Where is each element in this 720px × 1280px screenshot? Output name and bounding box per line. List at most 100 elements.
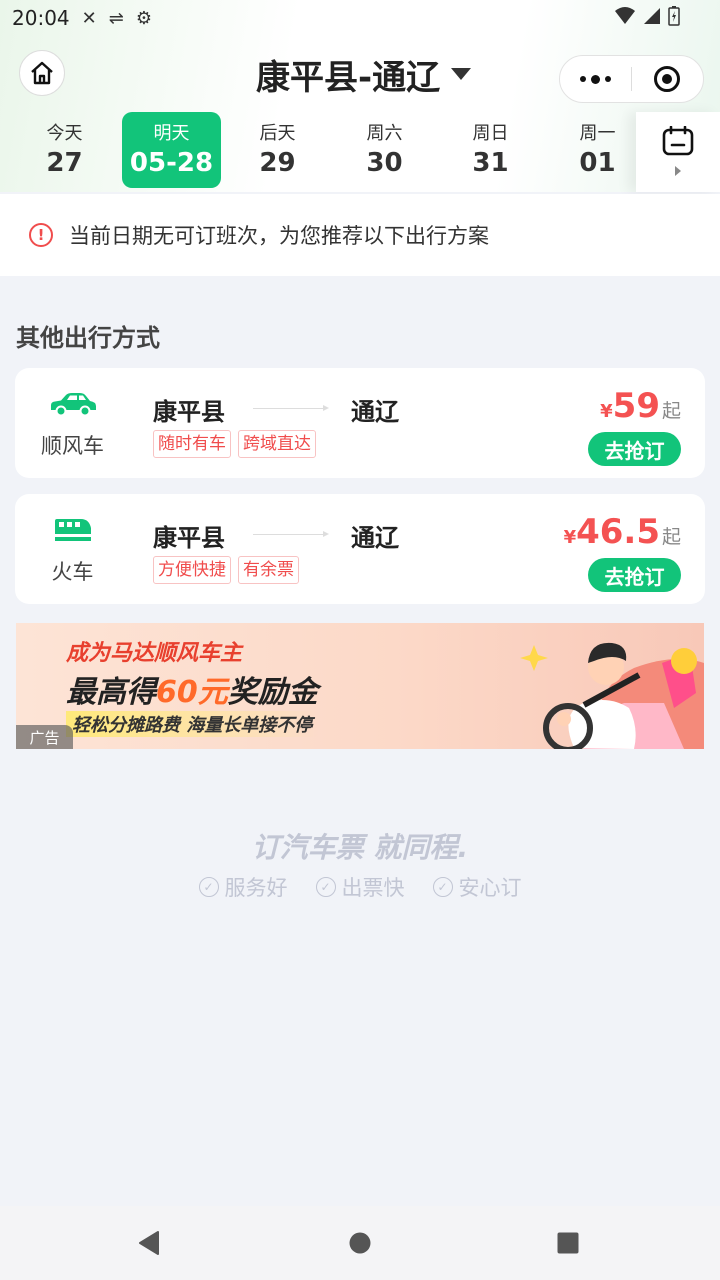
origin-city: 康平县 [153, 524, 225, 552]
car-icon [50, 393, 96, 417]
caret-down-icon [451, 68, 472, 80]
price-value: 59 [612, 386, 660, 426]
ad-offer-prefix: 最高得 [66, 675, 156, 710]
check-icon: ✓ [198, 877, 219, 897]
check-icon: ✓ [432, 877, 453, 897]
back-button[interactable] [134, 1228, 164, 1258]
calendar-button[interactable] [636, 112, 720, 192]
route-title[interactable]: 康平县-通辽 [256, 52, 472, 98]
more-dot [580, 76, 586, 82]
more-dot [591, 74, 600, 84]
date-tab-weekday: 后天 [259, 123, 296, 144]
warning-icon: ! [29, 223, 53, 247]
feature-label: 安心订 [458, 876, 522, 900]
date-tab-today[interactable]: 今天 27 [15, 112, 114, 188]
location-off-icon: ✕ [81, 7, 97, 29]
date-tab-date: 30 [366, 148, 403, 178]
train-icon [54, 519, 91, 541]
price-suffix: 起 [661, 526, 681, 548]
date-tab-date: 05-28 [129, 148, 214, 178]
date-tab-weekday: 周六 [366, 123, 403, 144]
destination-city: 通辽 [351, 524, 399, 552]
price-suffix: 起 [661, 400, 681, 422]
price: ¥ 59 起 [600, 386, 681, 426]
date-tab-date: 27 [46, 148, 83, 178]
date-tabs: 今天 27 明天 05-28 后天 29 周六 30 周日 31 周一 01 [0, 112, 720, 192]
destination-city: 通辽 [351, 398, 399, 426]
more-dot [605, 76, 611, 82]
date-tab-date: 01 [579, 148, 616, 178]
wifi-icon [615, 7, 635, 24]
price: ¥ 46.5 起 [564, 512, 681, 552]
mode-block: 顺风车 [15, 392, 130, 460]
route-arrow [253, 531, 329, 537]
option-card-carpool[interactable]: 顺风车 康平县 通辽 随时有车 跨域直达 ¥ 59 起 去抢订 [15, 368, 705, 478]
date-tab-date: 31 [472, 148, 509, 178]
home-button[interactable] [19, 50, 65, 96]
feature-label: 服务好 [224, 876, 288, 900]
section-title: 其他出行方式 [16, 324, 160, 352]
recents-button[interactable] [553, 1228, 583, 1258]
back-icon [139, 1231, 159, 1255]
date-tab-sunday[interactable]: 周日 31 [441, 112, 540, 188]
home-circle-icon [349, 1232, 371, 1254]
tag: 有余票 [238, 556, 299, 584]
ad-headline: 成为马达顺风车主 [66, 641, 243, 666]
ad-badge: 广告 [16, 725, 73, 749]
date-tab-monday[interactable]: 周一 01 [548, 112, 647, 188]
origin-city: 康平县 [153, 398, 225, 426]
mode-label: 火车 [51, 560, 94, 584]
ad-offer-suffix: 奖励金 [227, 675, 318, 710]
caret-right-icon [675, 166, 681, 176]
route-title-text: 康平县-通辽 [256, 57, 441, 98]
miniapp-capsule [559, 55, 704, 103]
home-icon [31, 61, 53, 85]
target-icon [654, 66, 681, 92]
tag: 随时有车 [153, 430, 231, 458]
date-tab-saturday[interactable]: 周六 30 [335, 112, 434, 188]
currency-symbol: ¥ [600, 401, 613, 422]
close-miniapp-button[interactable] [632, 65, 703, 93]
date-tab-day-after[interactable]: 后天 29 [228, 112, 327, 188]
calendar-icon [662, 126, 694, 156]
date-tab-weekday: 周一 [579, 123, 616, 144]
option-card-train[interactable]: 火车 康平县 通辽 方便快捷 有余票 ¥ 46.5 起 去抢订 [15, 494, 705, 604]
book-button[interactable]: 去抢订 [588, 432, 681, 466]
no-schedule-notice: ! 当前日期无可订班次，为您推荐以下出行方案 [0, 194, 720, 276]
check-icon: ✓ [315, 877, 336, 897]
currency-symbol: ¥ [563, 527, 577, 548]
book-button[interactable]: 去抢订 [588, 558, 681, 592]
ad-driver-illustration [520, 642, 704, 749]
route-arrow [253, 405, 329, 411]
battery-icon [668, 6, 680, 26]
brand-slogan: 订汽车票 就同程. [251, 831, 469, 864]
feature-list: ✓ 服务好 ✓ 出票快 ✓ 安心订 [0, 872, 720, 902]
ad-banner[interactable]: 成为马达顺风车主 最高得60元奖励金 轻松分摊路费 海量长单接不停 广告 [16, 623, 704, 749]
settings-icon: ⚙ [135, 7, 152, 29]
feature-item: ✓ 出票快 [315, 872, 405, 902]
price-value: 46.5 [576, 512, 660, 552]
status-bar: 20:04 ✕ ⇌ ⚙ [0, 0, 720, 36]
ad-subline: 轻松分摊路费 海量长单接不停 [66, 711, 319, 737]
mode-label: 顺风车 [41, 434, 104, 458]
home-nav-button[interactable] [345, 1228, 375, 1258]
recents-icon [557, 1232, 579, 1254]
signal-icon [644, 8, 660, 24]
tag-list: 随时有车 跨域直达 [153, 430, 316, 458]
notice-text: 当前日期无可订班次，为您推荐以下出行方案 [69, 224, 489, 248]
date-tab-tomorrow[interactable]: 明天 05-28 [122, 112, 221, 188]
date-tab-date: 29 [259, 148, 296, 178]
tag-list: 方便快捷 有余票 [153, 556, 299, 584]
feature-item: ✓ 服务好 [198, 872, 288, 902]
more-button[interactable] [560, 74, 631, 84]
ad-offer: 最高得60元奖励金 [66, 667, 318, 711]
ad-offer-amount: 60元 [156, 675, 228, 710]
system-nav-bar [0, 1206, 720, 1280]
data-saver-icon: ⇌ [108, 7, 124, 29]
feature-label: 出票快 [341, 876, 405, 900]
date-tab-weekday: 今天 [46, 123, 83, 144]
date-tab-weekday: 明天 [153, 123, 190, 144]
mode-block: 火车 [15, 518, 130, 586]
tag: 跨域直达 [238, 430, 316, 458]
status-time: 20:04 [12, 6, 70, 30]
